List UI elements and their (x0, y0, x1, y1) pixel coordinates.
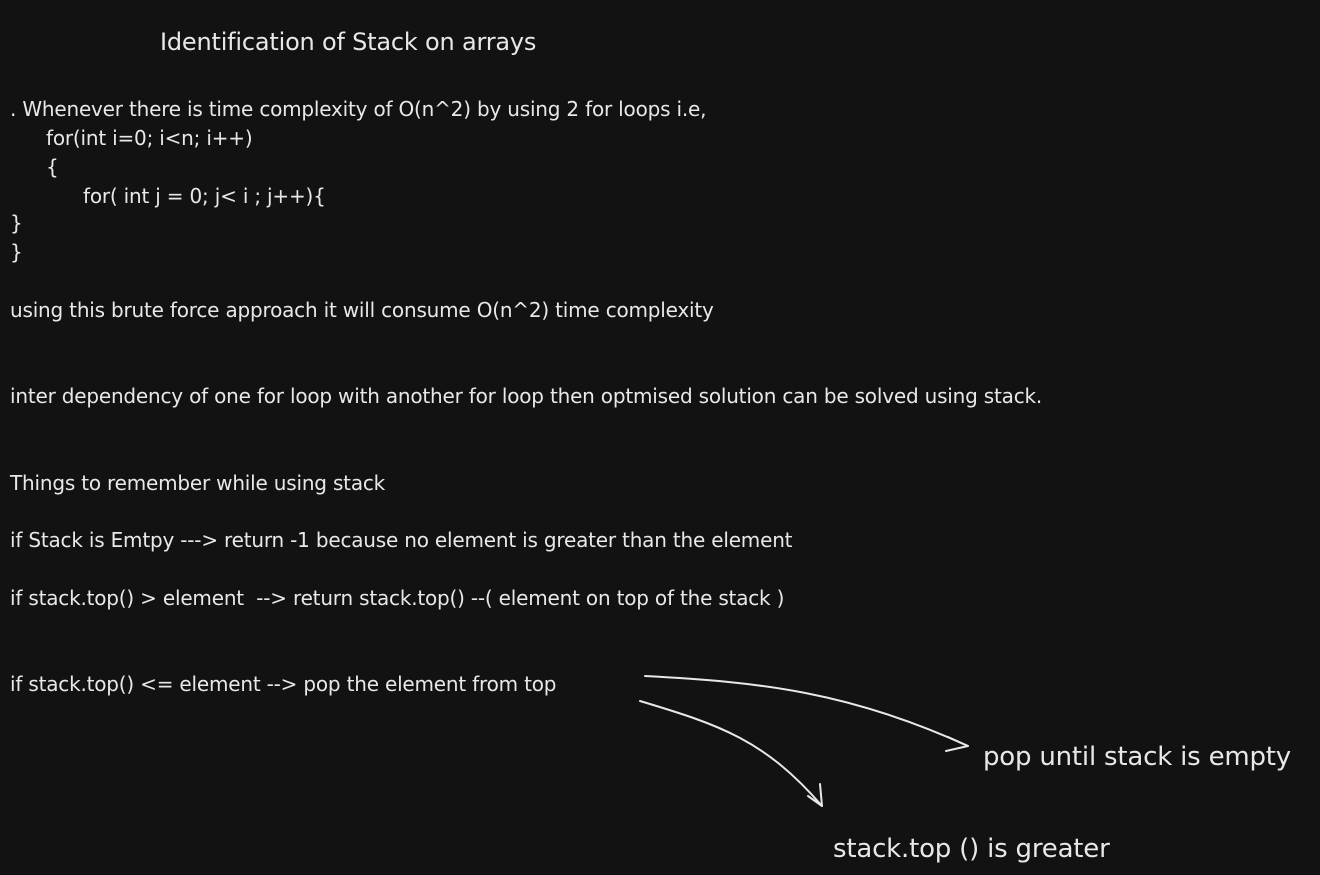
rule-top-greater: if stack.top() > element --> return stac… (10, 586, 785, 610)
pop-until-empty-label: pop until stack is empty (983, 742, 1291, 772)
code-outer-loop: for(int i=0; i<n; i++) (46, 126, 253, 150)
code-inner-loop: for( int j = 0; j< i ; j++){ (83, 184, 326, 208)
arrow-to-pop-until-empty (644, 675, 969, 747)
rule-top-less-equal: if stack.top() <= element --> pop the el… (10, 672, 557, 696)
intro-line: . Whenever there is time complexity of O… (10, 97, 707, 121)
dependency-note: inter dependency of one for loop with an… (10, 384, 1043, 408)
code-open-brace: { (46, 155, 59, 179)
things-heading: Things to remember while using stack (10, 471, 386, 495)
code-close-brace-2: } (10, 240, 23, 264)
top-is-greater-label: stack.top () is greater (833, 834, 1110, 864)
rule-stack-empty: if Stack is Emtpy ---> return -1 because… (10, 528, 793, 552)
arrow-head-pop-until-empty (945, 736, 969, 752)
arrow-to-top-is-greater (639, 700, 823, 807)
code-close-brace-1: } (10, 211, 23, 235)
page-title: Identification of Stack on arrays (160, 28, 537, 56)
brute-force-note: using this brute force approach it will … (10, 298, 714, 322)
arrow-head-top-is-greater (807, 783, 823, 807)
